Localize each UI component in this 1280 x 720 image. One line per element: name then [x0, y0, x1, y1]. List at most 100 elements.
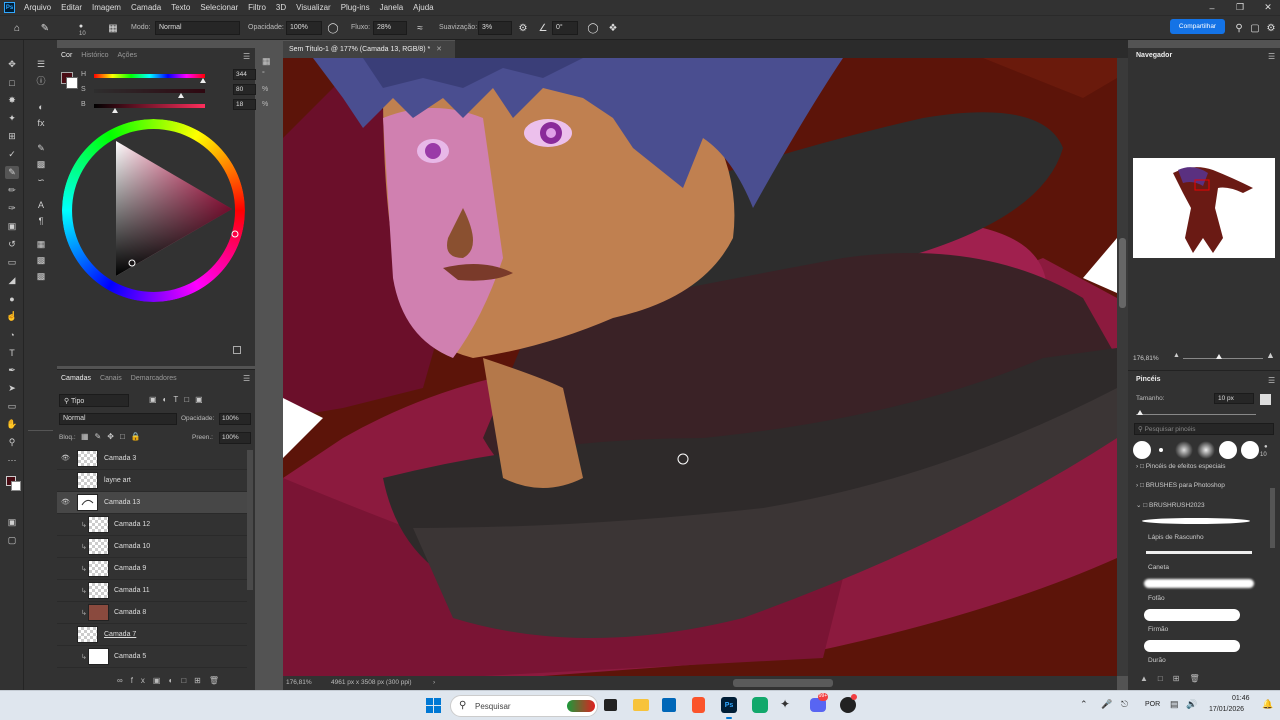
navigator-zoom-thumb[interactable] [1216, 354, 1222, 359]
network-icon[interactable]: ▤ [1170, 699, 1179, 710]
rectangle-tool-icon[interactable]: ▭ [5, 400, 19, 413]
status-zoom[interactable]: 176,81% [286, 679, 312, 686]
pencil-tool-icon[interactable]: ✏ [5, 184, 19, 197]
layer-comps-icon[interactable]: ☰ [34, 58, 48, 71]
search-icon[interactable]: ⚲ [1232, 21, 1246, 35]
hue-slider-thumb[interactable] [200, 78, 206, 83]
layer-opacity-input[interactable]: 100% [219, 413, 251, 425]
properties-icon[interactable]: fx [34, 116, 48, 129]
brightness-slider-thumb[interactable] [112, 108, 118, 113]
smoothing-input[interactable]: 3% [478, 21, 512, 35]
brush-preset[interactable] [1175, 441, 1193, 459]
navigator-zoom[interactable]: 176,81% [1133, 355, 1159, 362]
bluetooth-icon[interactable]: ⎋ [1121, 699, 1128, 710]
layer-row[interactable]: 👁 Camada 3 [57, 448, 247, 470]
character-icon[interactable]: A [34, 198, 48, 211]
pen-tool-icon[interactable]: ✒ [5, 364, 19, 377]
history-brush-icon[interactable]: ↺ [5, 238, 19, 251]
microphone-icon[interactable]: 🎤 [1101, 699, 1112, 710]
symmetry-icon[interactable]: ❖ [606, 21, 620, 35]
hue-value-input[interactable]: 344 [233, 69, 256, 80]
task-view-icon[interactable] [604, 699, 617, 711]
navigator-menu-icon[interactable]: ☰ [1268, 52, 1275, 61]
expand-panel-icon[interactable] [233, 346, 241, 354]
menu-item-janela[interactable]: Janela [375, 3, 409, 12]
volume-icon[interactable]: 🔊 [1186, 699, 1197, 710]
mode-select[interactable]: Normal [155, 21, 240, 35]
brush-preset[interactable] [1197, 441, 1215, 459]
lock-icons[interactable]: ▦✎✥□🔒 [81, 432, 147, 441]
share-button[interactable]: Compartilhar [1170, 19, 1225, 34]
move-tool-icon[interactable]: ✥ [5, 58, 19, 71]
paragraph-icon[interactable]: ¶ [34, 214, 48, 227]
smoothing-settings-icon[interactable]: ⚙ [516, 21, 530, 35]
pressure-size-icon[interactable]: ◯ [586, 21, 600, 35]
info-icon[interactable]: ⓘ [34, 74, 48, 87]
dodge-tool-icon[interactable]: ◔ [5, 328, 19, 341]
settings-icon[interactable]: ⚙ [1264, 21, 1278, 35]
blur-tool-icon[interactable]: ● [5, 292, 19, 305]
brush-item[interactable]: Durão [1148, 657, 1276, 664]
layer-row[interactable]: ↳ Camada 5 [57, 646, 247, 668]
brush-settings-panel-icon[interactable]: ✎ [34, 142, 48, 155]
adjustments-icon[interactable]: ◐ [34, 100, 48, 113]
menu-item-ajuda[interactable]: Ajuda [408, 3, 438, 12]
document-canvas[interactable] [283, 58, 1117, 676]
hue-slider[interactable] [94, 74, 205, 78]
visibility-eye-icon[interactable]: 👁 [61, 454, 71, 464]
brush-item[interactable]: Caneta [1148, 564, 1276, 571]
patterns-icon[interactable]: ▩ [34, 270, 48, 283]
dev-tool-icon[interactable]: ✦ [780, 697, 796, 713]
taskbar-search[interactable]: ⚲ Pesquisar [450, 695, 598, 717]
brush-preset[interactable] [1241, 441, 1259, 459]
angle-input[interactable]: 0° [552, 21, 578, 35]
tab-demarcadores[interactable]: Demarcadores [131, 375, 177, 382]
visibility-eye-icon[interactable]: 👁 [61, 498, 71, 508]
layer-row[interactable]: layne art [57, 470, 247, 492]
layer-row-selected[interactable]: 👁 Camada 13 [57, 492, 247, 514]
color-wheel[interactable] [62, 119, 245, 302]
brushes-scrollbar[interactable] [1270, 488, 1275, 548]
brush-folder-open[interactable]: ⌄ □ BRUSHRUSH2023 [1136, 501, 1264, 509]
brush-settings-icon[interactable]: ▦ [106, 21, 120, 35]
tab-canais[interactable]: Canais [100, 375, 122, 382]
brush-folder[interactable]: › □ Pincéis de efeitos especiais [1136, 463, 1264, 470]
layer-row[interactable]: ↳ Camada 12 [57, 514, 247, 536]
close-icon[interactable]: ✕ [1256, 0, 1280, 15]
photoshop-taskbar-icon[interactable]: Ps [721, 697, 737, 713]
arrange-icon[interactable]: ▦ [262, 56, 271, 67]
maximize-icon[interactable]: ❐ [1228, 0, 1252, 15]
menu-item-texto[interactable]: Texto [166, 3, 195, 12]
fill-input[interactable]: 100% [219, 432, 251, 444]
layer-row[interactable]: Camada 7 [57, 624, 247, 646]
tab-historico[interactable]: Histórico [81, 52, 108, 59]
layer-row[interactable]: ↳ Camada 8 [57, 602, 247, 624]
windows-start-icon[interactable] [426, 698, 441, 713]
brushes-menu-icon[interactable]: ☰ [1268, 376, 1275, 385]
panel-menu-icon[interactable]: ☰ [243, 52, 250, 61]
pressure-opacity-icon[interactable]: ◯ [326, 21, 340, 35]
zoom-out-icon[interactable]: ▲ [1173, 352, 1180, 359]
brush-folder[interactable]: › □ BRUSHES para Photoshop [1136, 482, 1264, 489]
zoom-tool-icon[interactable]: ⚲ [5, 436, 19, 449]
hand-tool-icon[interactable]: ✋ [5, 418, 19, 431]
clock-time[interactable]: 01:46 [1232, 695, 1250, 702]
more-tools-icon[interactable]: ⋯ [5, 454, 19, 467]
tab-cor[interactable]: Cor [61, 52, 72, 59]
brave-browser-icon[interactable] [692, 697, 705, 713]
screen-mode-icon[interactable]: ▢ [5, 534, 19, 547]
brush-presets-strip[interactable] [1131, 440, 1259, 460]
layers-menu-icon[interactable]: ☰ [243, 374, 250, 383]
brush-preset[interactable] [1159, 448, 1163, 452]
zoom-in-icon[interactable]: ▲ [1266, 350, 1275, 360]
menu-item-editar[interactable]: Editar [56, 3, 87, 12]
menu-item-3d[interactable]: 3D [271, 3, 291, 12]
lasso-tool-icon[interactable]: ✸ [5, 94, 19, 107]
swatches-icon[interactable]: ▦ [34, 238, 48, 251]
brush-size-slider[interactable] [1136, 414, 1256, 415]
menu-item-filtro[interactable]: Filtro [243, 3, 271, 12]
navigator-zoom-slider[interactable] [1183, 358, 1263, 359]
saturation-slider[interactable] [94, 89, 205, 93]
notifications-icon[interactable]: 🔔 [1262, 699, 1273, 710]
bucket-tool-icon[interactable]: ◢ [5, 274, 19, 287]
